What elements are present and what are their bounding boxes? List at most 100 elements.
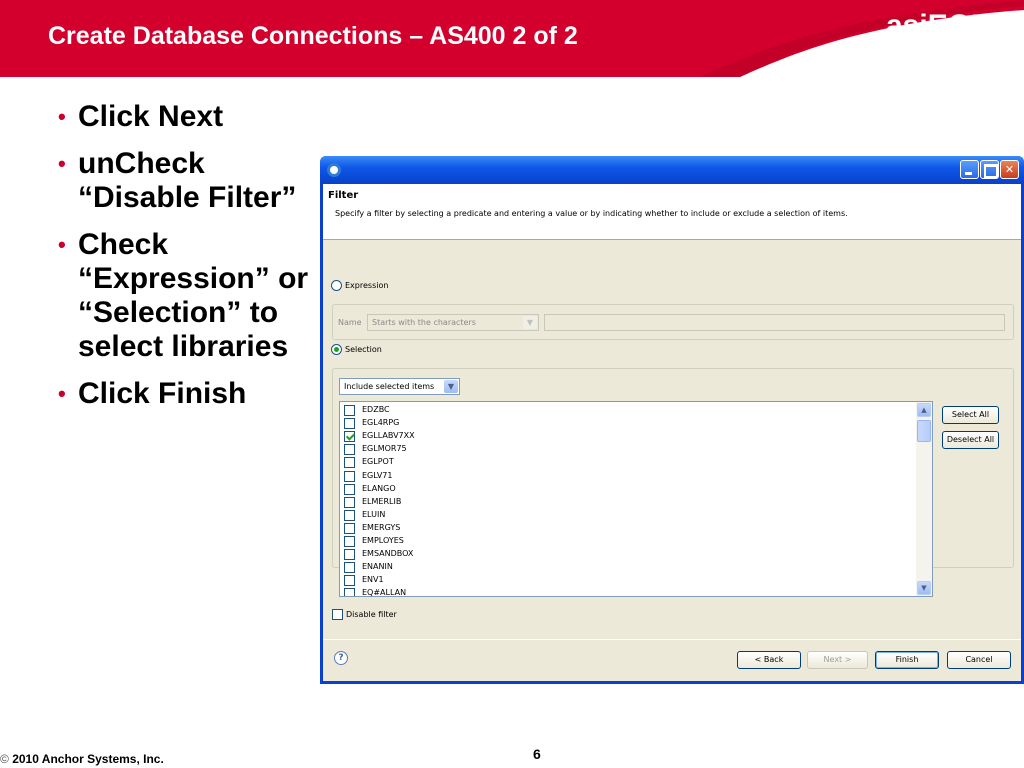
library-list-item[interactable]: EMSANDBOX bbox=[344, 548, 914, 561]
library-list-item[interactable]: ENV1 bbox=[344, 574, 914, 587]
library-checkbox[interactable] bbox=[344, 562, 355, 574]
library-checkbox[interactable] bbox=[344, 405, 355, 416]
library-list-item[interactable]: EQ#ALLAN bbox=[344, 587, 914, 597]
filter-dialog-window: ✕ Filter Specify a filter by selecting a… bbox=[320, 156, 1024, 684]
disable-filter-checkbox[interactable] bbox=[332, 609, 343, 620]
slide-title: Create Database Connections – AS400 2 of… bbox=[48, 22, 578, 50]
include-mode-combo[interactable]: Include selected items ▼ bbox=[339, 378, 460, 395]
library-list-item[interactable]: ELMERLIB bbox=[344, 496, 914, 509]
bullet-item: • unCheck “Disable Filter” bbox=[56, 147, 316, 215]
eclipse-app-icon bbox=[327, 163, 341, 177]
copyright-text: 2010 Anchor Systems, Inc. bbox=[12, 752, 164, 766]
library-list-item[interactable]: EGLPOT bbox=[344, 456, 914, 469]
name-predicate-value: Starts with the characters bbox=[372, 318, 476, 327]
chevron-down-icon: ▼ bbox=[523, 316, 537, 329]
library-list-item[interactable]: EDZBC bbox=[344, 404, 914, 417]
back-button[interactable]: < Back bbox=[737, 651, 801, 669]
library-name: EGLPOT bbox=[362, 457, 394, 467]
disable-filter-label[interactable]: Disable filter bbox=[346, 610, 397, 619]
name-value-input[interactable] bbox=[544, 314, 1005, 331]
library-name: EMSANDBOX bbox=[362, 549, 414, 559]
close-button[interactable]: ✕ bbox=[1000, 160, 1019, 179]
library-checkbox[interactable] bbox=[344, 509, 355, 521]
library-name: EGLMOR75 bbox=[362, 444, 407, 454]
library-list-item[interactable]: ENANIN bbox=[344, 561, 914, 574]
library-checkbox[interactable] bbox=[344, 418, 355, 430]
expression-label[interactable]: Expression bbox=[345, 281, 388, 290]
library-checkbox[interactable] bbox=[344, 470, 355, 482]
bullet-glyph: • bbox=[58, 232, 66, 257]
cancel-button[interactable]: Cancel bbox=[947, 651, 1011, 669]
library-name: ENV1 bbox=[362, 575, 384, 585]
library-name: ENANIN bbox=[362, 562, 393, 572]
bullet-glyph: • bbox=[58, 151, 66, 176]
library-name: EGLV71 bbox=[362, 470, 393, 480]
library-list-item[interactable]: ELANGO bbox=[344, 483, 914, 496]
library-checkbox[interactable] bbox=[344, 444, 355, 456]
selection-label[interactable]: Selection bbox=[345, 345, 382, 354]
next-button[interactable]: Next > bbox=[807, 651, 868, 669]
bullet-glyph: • bbox=[58, 381, 66, 406]
copyright-symbol: © bbox=[0, 752, 9, 766]
scroll-up-button[interactable]: ▲ bbox=[917, 403, 931, 417]
library-checkbox[interactable] bbox=[344, 483, 355, 495]
library-list-item[interactable]: EGL4RPG bbox=[344, 417, 914, 430]
chevron-down-icon: ▼ bbox=[444, 380, 458, 393]
bullet-item: • Click Next bbox=[56, 100, 316, 134]
copyright-notice: © 2010 Anchor Systems, Inc. bbox=[0, 752, 164, 766]
name-label: Name bbox=[338, 318, 362, 327]
wizard-page-description: Specify a filter by selecting a predicat… bbox=[335, 209, 848, 218]
include-mode-value: Include selected items bbox=[344, 382, 435, 391]
name-predicate-combo[interactable]: Starts with the characters ▼ bbox=[367, 314, 539, 331]
bullet-text: Click Finish bbox=[78, 377, 247, 410]
library-checkbox[interactable] bbox=[344, 431, 355, 443]
bullet-text: unCheck “Disable Filter” bbox=[78, 147, 297, 214]
dialog-client-area: Filter Specify a filter by selecting a p… bbox=[323, 184, 1021, 681]
library-list[interactable]: EDZBC EGL4RPG EGLLABV7XX EGLMOR75 EGLPOT EGLV… bbox=[339, 401, 933, 597]
library-list-item[interactable]: EMPLOYES bbox=[344, 535, 914, 548]
library-name: EDZBC bbox=[362, 405, 390, 414]
library-checkbox[interactable] bbox=[344, 549, 355, 561]
selection-radio[interactable] bbox=[331, 344, 342, 355]
library-list-item[interactable]: EGLLABV7XX bbox=[344, 430, 914, 443]
bullet-text: Check “Expression” or “Selection” to sel… bbox=[78, 228, 309, 363]
wizard-page-title: Filter bbox=[328, 190, 359, 201]
wizard-banner: Filter Specify a filter by selecting a p… bbox=[323, 184, 1021, 240]
select-all-button[interactable]: Select All bbox=[942, 406, 999, 424]
library-name: EMPLOYES bbox=[362, 536, 404, 545]
slide-header: Create Database Connections – AS400 2 of… bbox=[0, 0, 1024, 77]
library-name: EQ#ALLAN bbox=[362, 588, 407, 597]
library-checkbox[interactable] bbox=[344, 522, 355, 534]
bullet-glyph: • bbox=[58, 104, 66, 129]
library-list-item[interactable]: ELUIN bbox=[344, 509, 914, 522]
expression-radio[interactable] bbox=[331, 280, 342, 291]
library-checkbox[interactable] bbox=[344, 496, 355, 508]
minimize-button[interactable] bbox=[960, 160, 979, 179]
library-list-item[interactable]: EGLMOR75 bbox=[344, 443, 914, 456]
list-vertical-scrollbar[interactable]: ▲ ▼ bbox=[916, 402, 932, 596]
bullet-item: • Check “Expression” or “Selection” to se… bbox=[56, 228, 316, 364]
bullet-item: • Click Finish bbox=[56, 377, 316, 411]
scroll-down-button[interactable]: ▼ bbox=[917, 581, 931, 595]
library-list-item[interactable]: EMERGYS bbox=[344, 522, 914, 535]
dialog-titlebar[interactable]: ✕ bbox=[320, 156, 1024, 184]
bullet-list: • Click Next • unCheck “Disable Filter” • C… bbox=[56, 100, 316, 424]
finish-button[interactable]: Finish bbox=[875, 651, 939, 669]
maximize-button[interactable] bbox=[980, 160, 999, 179]
button-bar-separator bbox=[323, 639, 1021, 640]
library-checkbox[interactable] bbox=[344, 575, 355, 587]
library-name: EGLLABV7XX bbox=[362, 431, 415, 441]
close-icon: ✕ bbox=[1004, 163, 1015, 176]
library-checkbox[interactable] bbox=[344, 536, 355, 547]
bullet-text: Click Next bbox=[78, 100, 224, 133]
library-checkbox[interactable] bbox=[344, 457, 355, 469]
library-name: EGL4RPG bbox=[362, 418, 400, 428]
help-icon[interactable]: ? bbox=[334, 651, 348, 665]
brand-logo-text: asiEGL bbox=[886, 9, 990, 42]
scroll-thumb[interactable] bbox=[917, 420, 931, 442]
deselect-all-button[interactable]: Deselect All bbox=[942, 431, 999, 449]
slide-page-number: 6 bbox=[533, 746, 541, 762]
library-list-item[interactable]: EGLV71 bbox=[344, 470, 914, 483]
library-name: ELUIN bbox=[362, 509, 386, 519]
library-checkbox[interactable] bbox=[344, 588, 355, 596]
